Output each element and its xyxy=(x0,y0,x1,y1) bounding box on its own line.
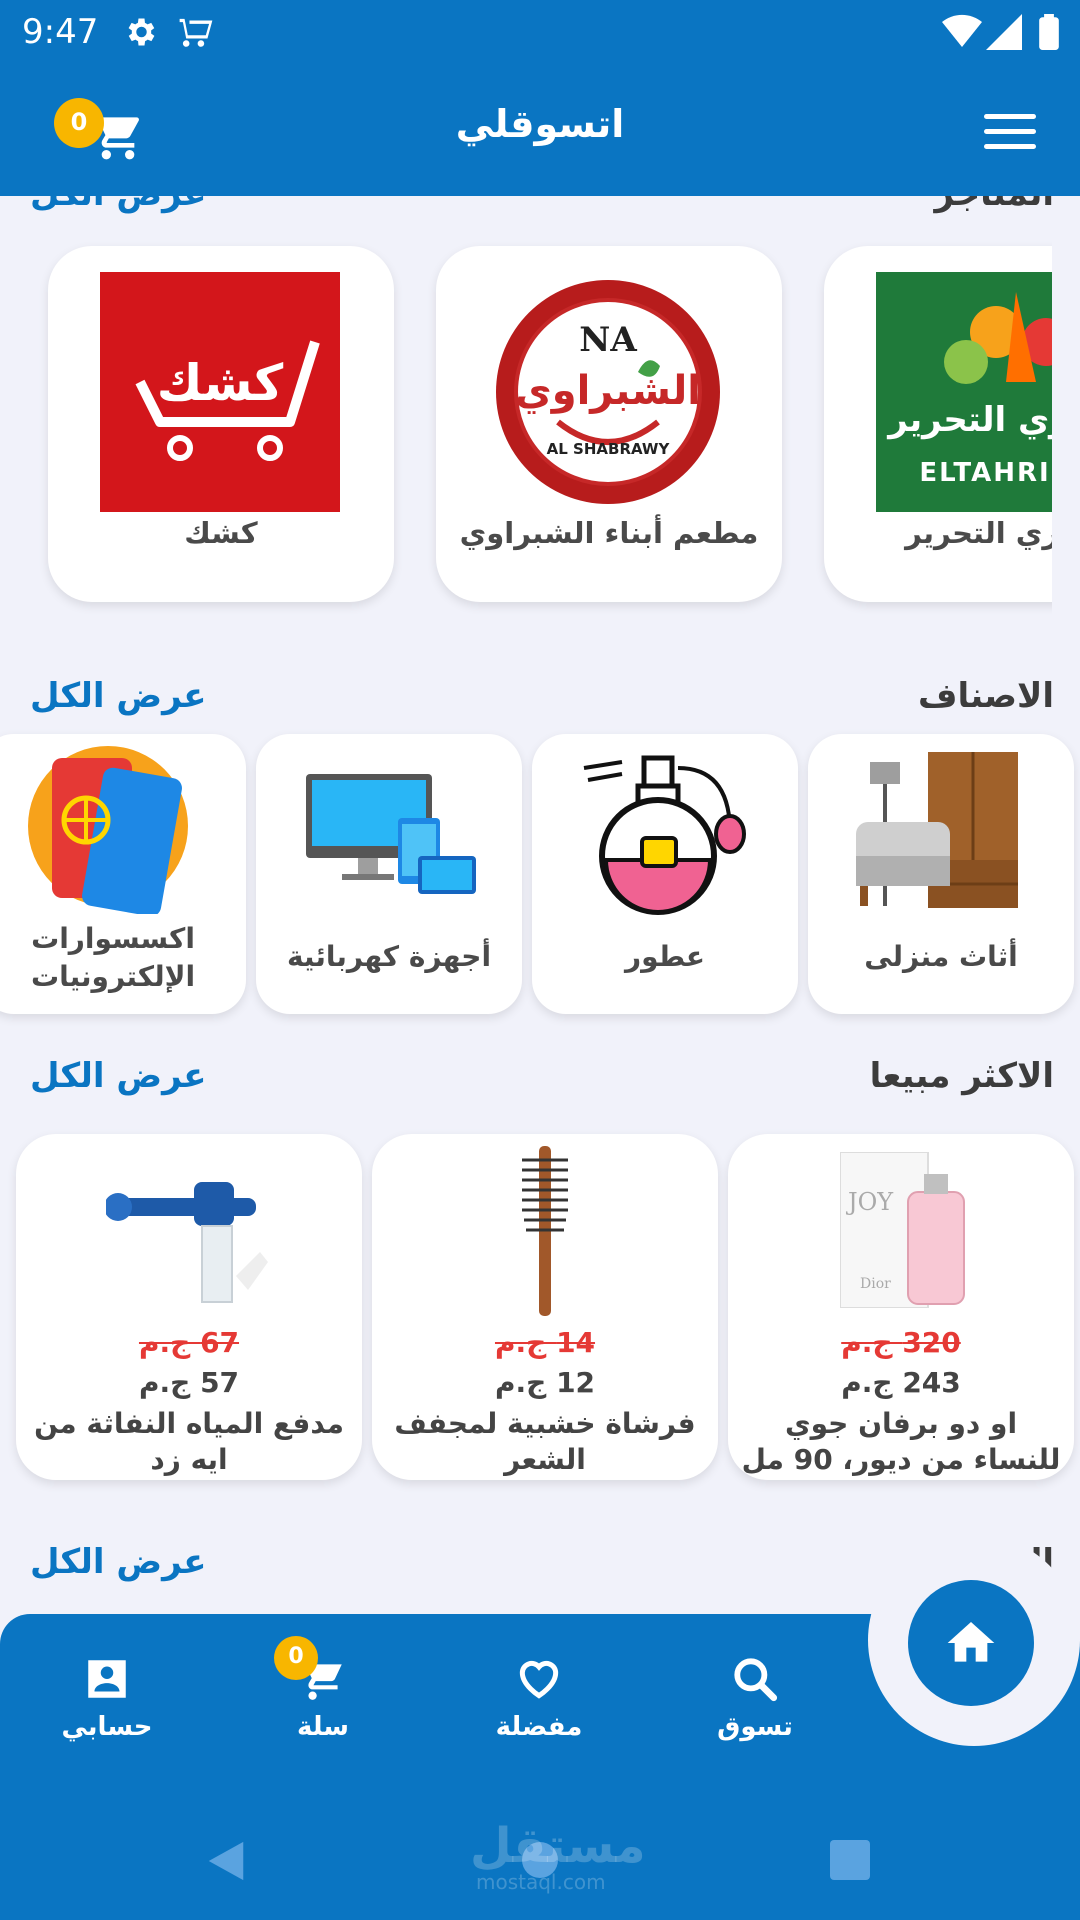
watermark-subtext: mostaql.com xyxy=(476,1870,606,1894)
category-card-perfume[interactable]: عطور xyxy=(532,734,798,1014)
product-old-price: 67 ج.م xyxy=(138,1326,240,1359)
app-bar: 0 اتسوقلي xyxy=(0,64,1080,196)
product-price: 57 ج.م xyxy=(138,1366,240,1399)
category-card-electronics[interactable]: أجهزة كهربائية xyxy=(256,734,522,1014)
app-title: اتسوقلي xyxy=(455,102,625,146)
store-logo-eltahrir: شري التحرير ELTAHRIR xyxy=(876,272,1052,512)
product-name: فرشاة خشبية لمجفف الشعر xyxy=(394,1407,696,1476)
wifi-icon xyxy=(942,14,982,54)
nav-label: تسوق xyxy=(717,1712,793,1742)
best-sellers-view-all-link[interactable]: عرض الكل xyxy=(30,1056,207,1096)
store-name: مطعم أبناء الشبراوي xyxy=(459,516,759,550)
battery-icon xyxy=(1038,14,1060,54)
stores-carousel[interactable]: شري التحرير ELTAHRIR سري التحرير NA الشب… xyxy=(30,206,1052,626)
back-icon[interactable] xyxy=(204,1838,248,1888)
search-icon xyxy=(734,1658,778,1702)
product-card[interactable]: 67 ج.م 57 ج.م مدفع المياه النفاثة من ايه… xyxy=(16,1134,362,1480)
category-name: أجهزة كهربائية xyxy=(286,940,492,973)
status-time: 9:47 xyxy=(22,12,99,52)
signal-icon xyxy=(986,14,1022,54)
watermark-logo: مستقل xyxy=(470,1818,646,1874)
category-name: عطور xyxy=(624,940,706,973)
heart-icon xyxy=(519,1660,559,1699)
store-logo-kushk: كشك xyxy=(100,272,340,512)
electronics-icon xyxy=(306,774,476,898)
nav-shop[interactable]: تسوق xyxy=(690,1654,820,1742)
store-card-eltahrir[interactable]: شري التحرير ELTAHRIR سري التحرير xyxy=(824,246,1052,602)
category-card-phone-accessories[interactable]: اكسسوارات الإلكترونيات xyxy=(0,734,246,1014)
nav-label: سلة xyxy=(297,1712,349,1742)
nav-cart-badge: 0 xyxy=(274,1636,318,1680)
product-old-price: 14 ج.م xyxy=(494,1326,596,1359)
account-icon xyxy=(88,1660,126,1698)
nav-label: مفضلة xyxy=(495,1712,583,1742)
store-logo-top-letters: NA xyxy=(579,320,637,360)
nav-favorites[interactable]: مفضلة xyxy=(474,1654,604,1742)
product-image-perfume-box: JOY Dior xyxy=(839,1151,970,1309)
product-card[interactable]: JOY Dior 320 ج.م 243 ج.م او دو برفان جوي… xyxy=(728,1134,1074,1480)
furniture-icon xyxy=(856,750,1026,914)
store-logo-text: الشبراوي xyxy=(515,368,701,414)
shops-view-all-link[interactable]: عرض الكل xyxy=(30,1542,207,1582)
category-name: اكسسوارات الإلكترونيات xyxy=(30,922,196,993)
store-name: كشك xyxy=(184,516,258,550)
recents-square-icon[interactable] xyxy=(830,1840,870,1880)
menu-hamburger-icon[interactable] xyxy=(984,114,1036,150)
categories-view-all-link[interactable]: عرض الكل xyxy=(30,676,207,716)
product-name: مدفع المياه النفاثة من ايه زد xyxy=(34,1407,344,1476)
product-price: 243 ج.م xyxy=(841,1366,961,1399)
store-card-shabrawy[interactable]: NA الشبراوي AL SHABRAWY مطعم أبناء الشبر… xyxy=(436,246,782,602)
categories-section-title: الاصناف xyxy=(918,676,1054,716)
category-name: أثاث منزلى xyxy=(864,940,1018,973)
store-logo-text: شري التحرير xyxy=(888,400,1052,440)
perfume-icon xyxy=(582,748,752,922)
settings-gear-icon xyxy=(122,14,158,54)
home-button[interactable] xyxy=(908,1580,1034,1706)
home-content: المتاجر عرض الكل شري التحرير ELTAHRIR سر… xyxy=(0,196,1080,1616)
category-card-furniture[interactable]: أثاث منزلى xyxy=(808,734,1074,1014)
product-card[interactable]: 14 ج.م 12 ج.م فرشاة خشبية لمجفف الشعر xyxy=(372,1134,718,1480)
store-name: سري التحرير xyxy=(905,516,1052,550)
product-old-price: 320 ج.م xyxy=(841,1326,961,1359)
nav-account[interactable]: حسابي xyxy=(42,1654,172,1742)
best-sellers-section-title: الاكثر مبيعا xyxy=(869,1056,1054,1096)
store-card-kushk[interactable]: كشك كشك xyxy=(48,246,394,602)
shopping-cart-notification-icon xyxy=(176,14,216,54)
product-image-subtext: Dior xyxy=(860,1276,891,1292)
store-logo-subtext: AL SHABRAWY xyxy=(546,440,670,458)
product-price: 12 ج.م xyxy=(494,1366,596,1399)
status-bar: 9:47 xyxy=(0,0,1080,64)
store-logo-text: كشك xyxy=(156,354,284,412)
store-logo-subtext: ELTAHRIR xyxy=(919,458,1052,488)
product-image-water-gun xyxy=(104,1156,276,1306)
store-logo-shabrawy: NA الشبراوي AL SHABRAWY xyxy=(488,272,728,512)
system-navigation-bar: مستقل mostaql.com xyxy=(0,1800,1080,1920)
product-image-text: JOY xyxy=(848,1188,894,1216)
nav-label: حسابي xyxy=(61,1712,153,1742)
product-name: او دو برفان جوي للنساء من ديور، 90 مل xyxy=(741,1407,1061,1476)
product-image-hair-brush xyxy=(520,1146,570,1316)
home-icon xyxy=(947,1622,995,1662)
phone-accessories-icon xyxy=(26,744,196,918)
